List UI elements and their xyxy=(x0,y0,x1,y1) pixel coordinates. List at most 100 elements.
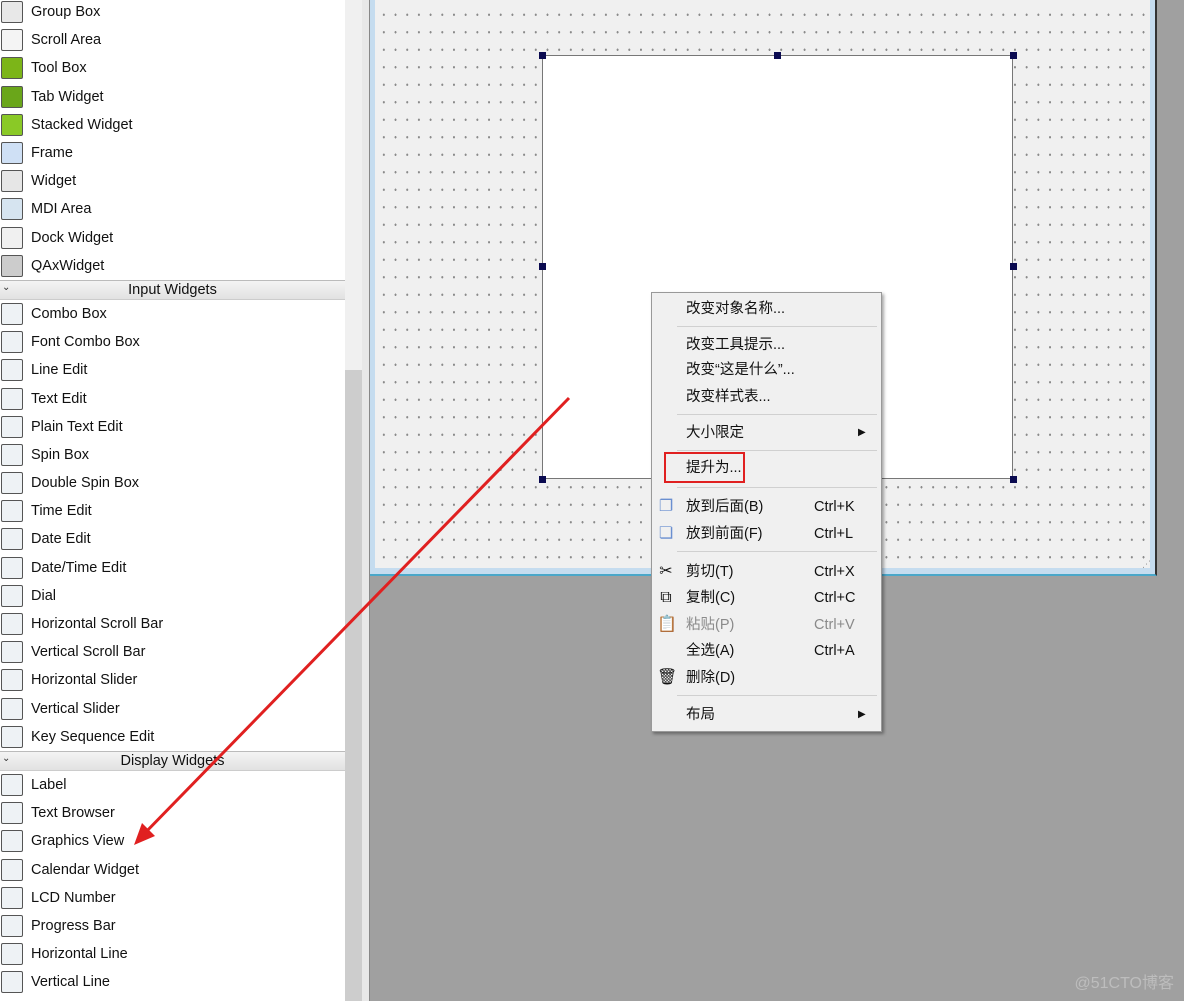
widget-item-tab-widget[interactable]: Tab Widget xyxy=(0,83,345,111)
chevron-down-icon: ⌄ xyxy=(2,281,11,293)
widget-item-vertical-slider[interactable]: Vertical Slider xyxy=(0,695,345,723)
widget-item-spin-box[interactable]: Spin Box xyxy=(0,441,345,469)
menu-label: 全选(A) xyxy=(686,643,735,659)
widget-item-label: Tab Widget xyxy=(31,88,104,105)
menu-separator xyxy=(677,414,877,415)
menu-item-copy[interactable]: ⧉ 复制(C) Ctrl+C xyxy=(652,586,881,610)
resize-handle[interactable] xyxy=(1010,263,1017,270)
widget-item-time-edit[interactable]: Time Edit xyxy=(0,497,345,525)
widget-item-group-box[interactable]: Group Box xyxy=(0,0,345,26)
menu-item-send-to-back[interactable]: ❐ 放到后面(B) Ctrl+K xyxy=(652,495,881,519)
splitter[interactable] xyxy=(362,0,370,1001)
menu-label: 粘贴(P) xyxy=(686,617,735,633)
widget-item-label: Widget xyxy=(31,173,77,190)
qaxwidget-icon xyxy=(1,254,23,277)
widget-item-date-edit[interactable]: Date Edit xyxy=(0,525,345,553)
widget-item-label: Spin Box xyxy=(31,446,90,463)
widget-box-scrollbar[interactable] xyxy=(345,0,362,1001)
menu-item-change-whats-this[interactable]: 改变“这是什么”... xyxy=(652,358,881,382)
widget-icon xyxy=(1,170,23,193)
resize-handle[interactable] xyxy=(539,263,546,270)
resize-handle[interactable] xyxy=(1010,52,1017,59)
lcd-number-icon xyxy=(1,886,23,909)
widget-item-double-spin-box[interactable]: Double Spin Box xyxy=(0,469,345,497)
menu-item-change-stylesheet[interactable]: 改变样式表... xyxy=(652,385,881,409)
widget-item-horizontal-scroll-bar[interactable]: Horizontal Scroll Bar xyxy=(0,610,345,638)
vertical-slider-icon xyxy=(1,697,23,720)
menu-shortcut: Ctrl+L xyxy=(814,526,854,542)
scissors-icon: ✂ xyxy=(659,563,673,580)
widget-item-plain-text-edit[interactable]: Plain Text Edit xyxy=(0,413,345,441)
resize-grip-icon[interactable]: ⋰ xyxy=(1142,559,1151,570)
menu-shortcut: Ctrl+A xyxy=(814,643,855,659)
widget-item-dock-widget[interactable]: Dock Widget xyxy=(0,224,345,252)
widget-item-combo-box[interactable]: Combo Box xyxy=(0,300,345,328)
menu-item-cut[interactable]: ✂ 剪切(T) Ctrl+X xyxy=(652,560,881,584)
menu-label: 删除(D) xyxy=(686,670,736,686)
font-combo-box-icon xyxy=(1,331,23,354)
menu-item-bring-to-front[interactable]: ❏ 放到前面(F) Ctrl+L xyxy=(652,522,881,546)
widget-item-horizontal-slider[interactable]: Horizontal Slider xyxy=(0,666,345,694)
graphics-view-icon xyxy=(1,830,23,853)
widget-item-label: Line Edit xyxy=(31,362,88,379)
widget-item-line-edit[interactable]: Line Edit xyxy=(0,356,345,384)
widget-item-mdi-area[interactable]: MDI Area xyxy=(0,195,345,223)
menu-item-select-all[interactable]: 全选(A) Ctrl+A xyxy=(652,639,881,663)
menu-item-change-object-name[interactable]: 改变对象名称... xyxy=(652,297,881,321)
widget-item-key-sequence-edit[interactable]: Key Sequence Edit xyxy=(0,723,345,751)
spin-box-icon xyxy=(1,443,23,466)
tab-widget-icon xyxy=(1,85,23,108)
widget-item-label: Horizontal Scroll Bar xyxy=(31,616,164,633)
resize-handle[interactable] xyxy=(539,476,546,483)
watermark: @51CTO博客 xyxy=(1074,975,1174,992)
widget-item-label: LCD Number xyxy=(31,889,116,906)
widget-item-frame[interactable]: Frame xyxy=(0,139,345,167)
menu-item-change-tooltip[interactable]: 改变工具提示... xyxy=(652,333,881,357)
widget-item-widget[interactable]: Widget xyxy=(0,167,345,195)
menu-label: 放到前面(F) xyxy=(686,526,763,542)
widget-item-label[interactable]: Label xyxy=(0,771,345,799)
widget-item-qaxwidget[interactable]: QAxWidget xyxy=(0,252,345,280)
resize-handle[interactable] xyxy=(539,52,546,59)
bring-to-front-icon: ❏ xyxy=(658,525,674,542)
menu-label: 放到后面(B) xyxy=(686,499,764,515)
widget-item-lcd-number[interactable]: LCD Number xyxy=(0,884,345,912)
widget-item-vertical-line[interactable]: Vertical Line xyxy=(0,968,345,996)
widget-item-tool-box[interactable]: Tool Box xyxy=(0,54,345,82)
widget-item-text-browser[interactable]: Text Browser xyxy=(0,799,345,827)
widget-item-stacked-widget[interactable]: Stacked Widget xyxy=(0,111,345,139)
menu-item-size-constraints[interactable]: 大小限定 ▶ xyxy=(652,421,881,445)
widget-item-vertical-scroll-bar[interactable]: Vertical Scroll Bar xyxy=(0,638,345,666)
combo-box-icon xyxy=(1,302,23,325)
widget-item-progress-bar[interactable]: Progress Bar xyxy=(0,912,345,940)
widget-item-label: Plain Text Edit xyxy=(31,418,123,435)
widget-item-scroll-area[interactable]: Scroll Area xyxy=(0,26,345,54)
category-input-widgets[interactable]: ⌄ Input Widgets xyxy=(0,279,345,300)
widget-item-text-edit[interactable]: Text Edit xyxy=(0,384,345,412)
scrollbar-thumb[interactable] xyxy=(345,370,362,1001)
widget-item-calendar-widget[interactable]: Calendar Widget xyxy=(0,855,345,883)
widget-item-label: Key Sequence Edit xyxy=(31,728,155,745)
widget-item-date-time-edit[interactable]: Date/Time Edit xyxy=(0,554,345,582)
widget-item-font-combo-box[interactable]: Font Combo Box xyxy=(0,328,345,356)
widget-item-label: Horizontal Line xyxy=(31,946,128,963)
resize-handle[interactable] xyxy=(774,52,781,59)
scroll-area-icon xyxy=(1,29,23,52)
widget-item-horizontal-line[interactable]: Horizontal Line xyxy=(0,940,345,968)
category-display-widgets[interactable]: ⌄ Display Widgets xyxy=(0,750,345,771)
menu-item-delete[interactable]: 🗑 删除(D) xyxy=(652,666,881,690)
widget-item-label: Dock Widget xyxy=(31,229,114,246)
menu-item-layout[interactable]: 布局 ▶ xyxy=(652,703,881,727)
widget-item-label: Group Box xyxy=(31,4,101,21)
menu-label: 改变“这是什么”... xyxy=(686,362,795,378)
widget-item-label: Text Browser xyxy=(31,805,115,822)
key-sequence-edit-icon xyxy=(1,725,23,748)
widget-item-graphics-view[interactable]: Graphics View xyxy=(0,827,345,855)
resize-handle[interactable] xyxy=(1010,476,1017,483)
double-spin-box-icon xyxy=(1,472,23,495)
widget-item-label: Date Edit xyxy=(31,531,91,548)
progress-bar-icon xyxy=(1,914,23,937)
frame-icon xyxy=(1,142,23,165)
menu-shortcut: Ctrl+K xyxy=(814,499,855,515)
widget-item-dial[interactable]: Dial xyxy=(0,582,345,610)
